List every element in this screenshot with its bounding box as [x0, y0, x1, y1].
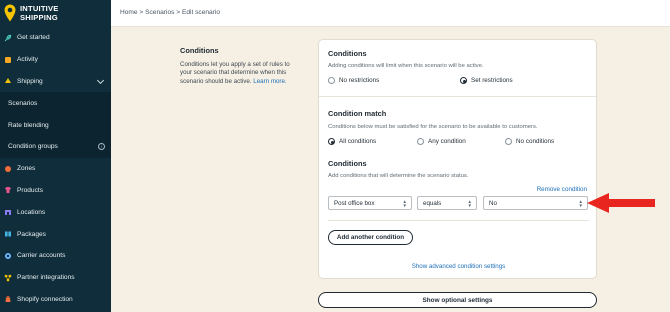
learn-more-link[interactable]: Learn more.: [253, 78, 286, 85]
radio-label: No restrictions: [339, 77, 380, 84]
sidebar-item-label: Activity: [17, 56, 38, 64]
radio-circle-selected[interactable]: [460, 77, 467, 84]
add-condition-button[interactable]: Add another condition: [328, 230, 413, 245]
description-title: Conditions: [180, 46, 219, 55]
condition-operator-select[interactable]: equals ▲ ▼: [417, 196, 477, 210]
sidebar-item-carrier-accounts[interactable]: Carrier accounts: [0, 245, 111, 267]
brand-logo[interactable]: INTUITIVE SHIPPING: [4, 4, 108, 26]
radio-label: Set restrictions: [471, 77, 513, 84]
sidebar: INTUITIVE SHIPPING Get started Activity …: [0, 0, 111, 312]
sidebar-item-label: Packages: [17, 230, 46, 238]
zones-icon: [4, 165, 12, 173]
radio-no-restrictions[interactable]: No restrictions: [328, 77, 379, 84]
select-value: No: [489, 199, 497, 207]
sidebar-item-label: Zones: [17, 165, 36, 173]
radio-any-condition[interactable]: Any condition: [417, 138, 466, 145]
info-icon[interactable]: i: [98, 142, 105, 150]
advanced-settings-link[interactable]: Show advanced condition settings: [319, 263, 598, 270]
sidebar-item-products[interactable]: Products: [0, 180, 111, 202]
remove-condition-link[interactable]: Remove condition: [537, 186, 587, 193]
condition-field-select[interactable]: Post office box ▲ ▼: [328, 196, 412, 210]
shipping-icon: [4, 77, 12, 85]
conditions-title: Conditions: [328, 49, 367, 58]
brand-name: INTUITIVE SHIPPING: [20, 4, 59, 22]
sidebar-item-locations[interactable]: Locations: [0, 201, 111, 223]
sidebar-item-label: Rate blending: [8, 121, 49, 129]
radio-circle[interactable]: [505, 138, 512, 145]
select-arrows-icon: ▲ ▼: [402, 199, 407, 208]
sidebar-item-zones[interactable]: Zones: [0, 158, 111, 180]
condition-match-title: Condition match: [328, 109, 387, 118]
sidebar-item-label: Shipping: [17, 77, 43, 85]
products-icon: [4, 186, 12, 194]
conditions-subtitle: Adding conditions will limit when this s…: [328, 63, 484, 69]
condition-match-subtitle: Conditions below must be satisfied for t…: [328, 124, 538, 130]
radio-circle[interactable]: [328, 77, 335, 84]
carrier-icon: [4, 252, 12, 260]
rocket-icon: [4, 34, 12, 42]
sidebar-item-packages[interactable]: Packages: [0, 223, 111, 245]
sidebar-item-partner-integrations[interactable]: Partner integrations: [0, 267, 111, 289]
radio-all-conditions[interactable]: All conditions: [328, 138, 376, 145]
radio-set-restrictions[interactable]: Set restrictions: [460, 77, 513, 84]
sidebar-item-label: Carrier accounts: [17, 252, 66, 260]
sidebar-item-label: Condition groups: [8, 143, 58, 151]
conditions-description: Conditions Conditions let you apply a se…: [180, 46, 300, 86]
description-body: Conditions let you apply a set of rules …: [180, 61, 300, 86]
location-pin-icon: [4, 4, 16, 22]
sidebar-item-rate-blending[interactable]: Rate blending: [0, 114, 111, 136]
show-optional-settings-button[interactable]: Show optional settings: [318, 292, 597, 308]
radio-no-conditions[interactable]: No conditions: [505, 138, 554, 145]
sidebar-item-condition-groups[interactable]: Condition groups i: [0, 136, 111, 158]
brand-line-2: SHIPPING: [20, 12, 58, 22]
condition-value-select[interactable]: No ▲ ▼: [483, 196, 588, 210]
breadcrumb[interactable]: Home > Scenarios > Edit scenario: [120, 9, 220, 16]
sidebar-item-scenarios[interactable]: Scenarios: [0, 92, 111, 115]
partner-icon: [4, 274, 12, 282]
conditions-section: Conditions Adding conditions will limit …: [319, 40, 598, 97]
sidebar-item-label: Scenarios: [8, 99, 38, 107]
sidebar-item-label: Products: [17, 186, 44, 194]
select-value: equals: [423, 199, 442, 207]
sidebar-item-label: Locations: [17, 208, 46, 216]
divider: [328, 220, 589, 221]
shipping-submenu: Scenarios Rate blending Condition groups…: [0, 92, 111, 158]
select-value: Post office box: [334, 199, 375, 207]
locations-icon: [4, 208, 12, 216]
conditions-card: Conditions Adding conditions will limit …: [318, 39, 598, 279]
conditions-list-title: Conditions: [328, 159, 367, 168]
radio-label: All conditions: [339, 138, 377, 145]
sidebar-item-activity[interactable]: Activity: [0, 49, 111, 71]
sidebar-item-shipping[interactable]: Shipping: [0, 71, 111, 93]
radio-label: Any condition: [428, 138, 466, 145]
activity-icon: [4, 56, 12, 64]
conditions-list-subtitle: Add conditions that will determine the s…: [328, 173, 469, 179]
radio-circle-selected[interactable]: [328, 138, 335, 145]
sidebar-item-get-started[interactable]: Get started: [0, 27, 111, 49]
shopify-icon: [4, 295, 12, 303]
sidebar-item-shopify-connection[interactable]: Shopify connection: [0, 289, 111, 311]
select-arrows-icon: ▲ ▼: [467, 199, 472, 208]
radio-label: No conditions: [516, 138, 555, 145]
sidebar-item-label: Shopify connection: [17, 295, 73, 303]
packages-icon: [4, 230, 12, 238]
top-bar: Home > Scenarios > Edit scenario: [111, 0, 670, 27]
red-arrow-icon: [587, 193, 655, 213]
radio-circle[interactable]: [417, 138, 424, 145]
select-arrows-icon: ▲ ▼: [578, 199, 583, 208]
chevron-down-icon[interactable]: [96, 76, 105, 84]
sidebar-item-label: Partner integrations: [17, 274, 75, 282]
sidebar-item-label: Get started: [17, 34, 50, 42]
sidebar-nav: Get started Activity Shipping Scenarios …: [0, 27, 111, 310]
